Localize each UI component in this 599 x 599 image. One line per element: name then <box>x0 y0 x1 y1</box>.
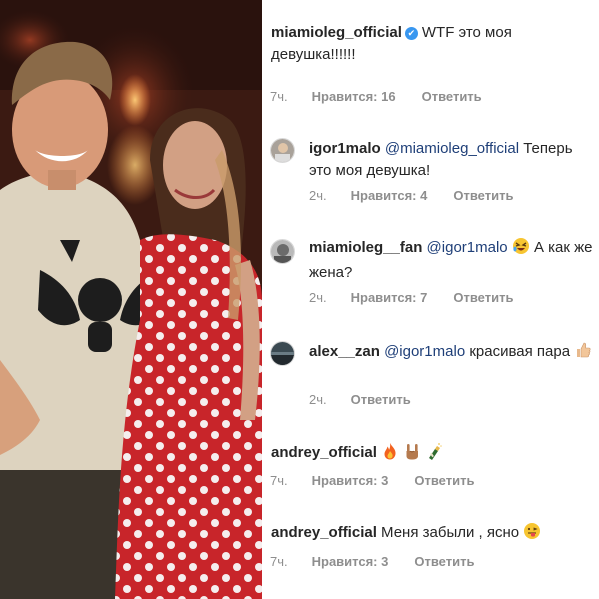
comment-reply: alex__zan @igor1malo красивая пара 2ч. О… <box>262 341 599 407</box>
comment-item: andrey_official 7ч. Нравится: 3 Ответить <box>262 442 599 488</box>
avatar[interactable] <box>270 341 295 366</box>
comment-item: andrey_official Меня забыли , ясно 7ч. Н… <box>262 522 599 569</box>
reply-button[interactable]: Ответить <box>422 89 482 104</box>
verified-badge-icon: ✔ <box>404 27 418 40</box>
comment-text: красивая пара <box>469 343 571 360</box>
comment-username[interactable]: miamioleg_official <box>271 24 402 41</box>
comment-username[interactable]: miamioleg__fan <box>309 239 422 256</box>
rock-hand-emoji-icon <box>403 442 421 467</box>
thumbs-up-emoji-icon <box>574 341 592 366</box>
post-photo <box>0 0 262 599</box>
rofl-emoji-icon <box>512 237 530 262</box>
comment-meta: 7ч. Нравится: 3 Ответить <box>270 554 474 569</box>
comment-mention[interactable]: @igor1malo <box>427 239 508 256</box>
comment-time: 7ч. <box>270 554 288 569</box>
reply-button[interactable]: Ответить <box>351 392 411 407</box>
comment-likes[interactable]: Нравится: 3 <box>312 473 389 488</box>
comment-likes[interactable]: Нравится: 16 <box>312 89 396 104</box>
comment-body: igor1malo @miamioleg_official Теперь это… <box>262 138 594 182</box>
comment-username[interactable]: andrey_official <box>271 444 377 461</box>
tongue-emoji-icon <box>523 522 541 547</box>
avatar[interactable] <box>270 138 295 163</box>
champagne-emoji-icon <box>425 442 443 467</box>
comment-meta: 7ч. Нравится: 16 Ответить <box>270 89 482 104</box>
reply-button[interactable]: Ответить <box>453 188 513 203</box>
comment-body: andrey_official <box>262 442 591 467</box>
fire-emoji-icon <box>381 442 399 467</box>
comment-body: miamioleg__fan @igor1malo А как же жена? <box>262 237 594 284</box>
comment-time: 2ч. <box>309 392 327 407</box>
comment-body: alex__zan @igor1malo красивая пара <box>262 341 594 366</box>
comment-reply: miamioleg__fan @igor1malo А как же жена?… <box>262 237 599 305</box>
comment-item: miamioleg_official ✔ WTF это моя девушка!!… <box>262 22 599 104</box>
comment-mention[interactable]: @igor1malo <box>384 343 465 360</box>
comment-meta: 2ч. Нравится: 4 Ответить <box>309 188 513 203</box>
comments-panel: miamioleg_official ✔ WTF это моя девушка!!… <box>262 0 599 599</box>
comment-likes[interactable]: Нравится: 7 <box>351 290 428 305</box>
comment-body: miamioleg_official ✔ WTF это моя девушка!!… <box>262 22 591 66</box>
comment-time: 7ч. <box>270 89 288 104</box>
reply-button[interactable]: Ответить <box>414 473 474 488</box>
comment-time: 2ч. <box>309 290 327 305</box>
comment-likes[interactable]: Нравится: 3 <box>312 554 389 569</box>
comment-mention[interactable]: @miamioleg_official <box>385 140 519 157</box>
comment-meta: 7ч. Нравится: 3 Ответить <box>270 473 474 488</box>
comment-meta: 2ч. Ответить <box>309 392 411 407</box>
comment-meta: 2ч. Нравится: 7 Ответить <box>309 290 513 305</box>
comment-likes[interactable]: Нравится: 4 <box>351 188 428 203</box>
comment-time: 7ч. <box>270 473 288 488</box>
comment-username[interactable]: igor1malo <box>309 140 381 157</box>
reply-button[interactable]: Ответить <box>414 554 474 569</box>
reply-button[interactable]: Ответить <box>453 290 513 305</box>
comment-username[interactable]: alex__zan <box>309 343 380 360</box>
comment-username[interactable]: andrey_official <box>271 524 377 541</box>
comment-text: Меня забыли , ясно <box>381 524 520 541</box>
comment-time: 2ч. <box>309 188 327 203</box>
comment-body: andrey_official Меня забыли , ясно <box>262 522 591 547</box>
avatar[interactable] <box>270 239 295 264</box>
comment-reply: igor1malo @miamioleg_official Теперь это… <box>262 138 599 203</box>
